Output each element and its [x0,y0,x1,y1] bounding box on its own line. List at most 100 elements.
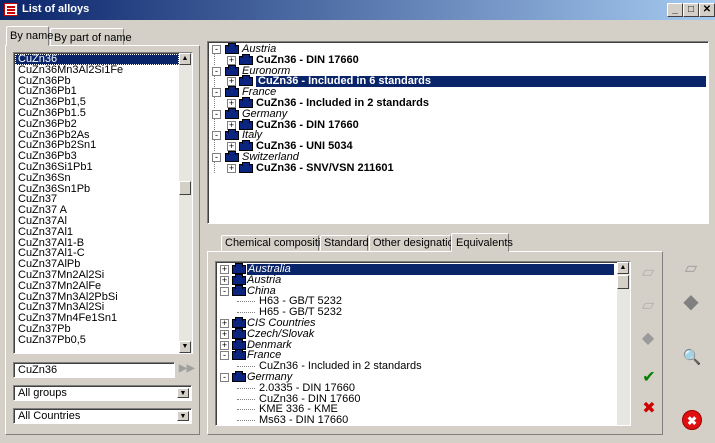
tab-chemical-composition[interactable]: Chemical composition [221,235,333,251]
folder-icon [232,349,246,361]
collapse-icon[interactable]: - [220,286,229,296]
tab-standards[interactable]: Standards [320,235,374,251]
expand-icon[interactable]: + [220,329,229,339]
countries-select[interactable]: All Countries ▼ [13,408,192,424]
expand-icon[interactable]: + [227,120,236,130]
tree-country-label: Austria [247,273,282,286]
alloy-list[interactable]: CuZn36 CuZn36Mn3Al2Si1Fe CuZn36Pb CuZn36Pb1… [13,52,193,354]
tree-country-node[interactable]: - Germany [210,107,700,120]
expand-icon[interactable]: + [220,319,229,328]
list-item[interactable]: CuZn37Mn2AlFe [15,280,179,292]
list-item[interactable]: CuZn37Al1 [15,226,179,238]
paste-icon[interactable]: ▱ [637,295,659,317]
folder-icon [239,53,253,65]
groups-select[interactable]: All groups ▼ [13,385,192,401]
equivalents-tree[interactable]: + Australia + Austria - China H63 - GB/T 5… [215,261,631,426]
list-item[interactable]: CuZn36Sn [15,172,179,184]
scroll-up-arrow-icon[interactable]: ▲ [617,262,629,274]
folder-icon [225,107,239,119]
scroll-down-arrow-icon[interactable]: ▼ [179,341,191,353]
folder-icon [239,140,253,152]
chevron-down-icon[interactable]: ▼ [177,411,189,421]
folder-icon [232,284,246,296]
tree-standard-label: CuZn36 - DIN 17660 [256,53,359,66]
tab-by-name[interactable]: By name [6,26,53,46]
tree-line [237,398,255,400]
tree-line [237,366,255,368]
eraser-icon[interactable]: ◆ [637,328,659,350]
folder-icon [239,75,253,87]
folder-icon [232,371,246,382]
folder-icon [225,151,239,162]
tree-country-node[interactable]: + Austria [218,273,614,286]
tree-leaf-node[interactable]: Ms63 - DIN 17660 [218,415,614,425]
expand-icon[interactable]: + [220,275,229,285]
expand-icon[interactable]: + [220,265,229,274]
magnifier-icon[interactable]: 🔍 [681,347,703,369]
tree-standard-node[interactable]: + CuZn36 - SNV/VSN 211601 [210,161,700,174]
search-input[interactable]: CuZn36 [13,362,175,378]
collapse-icon[interactable]: - [212,45,221,54]
expand-icon[interactable]: + [227,77,236,87]
expand-icon[interactable]: + [227,163,236,173]
folder-icon [232,263,246,274]
tree-line [214,75,215,87]
list-item[interactable]: CuZn37Pb0,5 [15,334,179,346]
collapse-icon[interactable]: - [212,109,221,119]
tab-equivalents[interactable]: Equivalents [451,233,513,252]
scroll-thumb[interactable] [617,275,629,289]
alloy-list-scrollbar[interactable]: ▲ ▼ [179,53,192,353]
tree-standard-label: CuZn36 - SNV/VSN 211601 [256,161,394,174]
folder-icon [225,64,239,76]
maximize-button[interactable]: □ [683,3,699,17]
close-circle-icon[interactable]: ✖ [682,410,702,430]
collapse-icon[interactable]: - [212,88,221,98]
tree-standard-node[interactable]: + CuZn36 - Included in 6 standards [210,75,706,88]
scroll-up-arrow-icon[interactable]: ▲ [179,53,191,65]
go-arrows-icon[interactable]: ▶▶ [179,363,194,374]
tree-line [214,54,215,65]
collapse-icon[interactable]: - [220,373,229,382]
tab-other-designations[interactable]: Other designations [369,235,465,251]
tree-line [214,97,215,109]
tree-leaf-label: 2.0335 - DIN 17660 [259,381,356,394]
list-item[interactable]: CuZn36Mn3Al2Si1Fe [15,64,179,76]
expand-icon[interactable]: + [227,99,236,108]
tab-by-part-of-name[interactable]: By part of name [50,28,132,45]
countries-select-value: All Countries [18,410,81,422]
print-icon[interactable]: ▱ [680,258,702,280]
collapse-icon[interactable]: - [220,351,229,361]
tree-leaf-node[interactable]: 2.0335 - DIN 17660 [218,381,614,394]
tree-line [237,312,255,314]
expand-icon[interactable]: + [220,340,229,350]
expand-icon[interactable]: + [227,55,236,65]
tree-country-label: Australia [247,264,614,275]
collapse-icon[interactable]: - [212,153,221,162]
folder-icon [232,317,246,328]
tree-line [237,387,255,389]
copy-icon[interactable]: ▱ [637,262,659,284]
eraser-icon[interactable]: ◆ [680,291,702,313]
tree-standard-node[interactable]: + CuZn36 - DIN 17660 [210,53,700,66]
folder-icon [232,273,246,285]
minimize-button[interactable]: _ [667,3,683,17]
folder-icon [239,118,253,130]
groups-select-value: All groups [18,387,67,399]
equivalents-scrollbar[interactable]: ▲ [617,262,630,425]
tree-country-node[interactable]: + Czech/Slovak [218,327,614,340]
tree-country-label: Czech/Slovak [247,327,315,340]
chevron-down-icon[interactable]: ▼ [177,388,189,398]
collapse-icon[interactable]: - [212,131,221,141]
list-item[interactable]: CuZn36Pb2 [15,118,179,130]
tree-line [237,409,255,411]
tree-standard-node[interactable]: + CuZn36 - DIN 17660 [210,118,700,131]
expand-icon[interactable]: + [227,142,236,152]
close-button[interactable]: ✕ [699,3,715,17]
standards-tree[interactable]: - Austria + CuZn36 - DIN 17660- Euronorm +… [207,41,709,224]
collapse-icon[interactable]: - [212,66,221,76]
cross-icon[interactable]: ✖ [638,398,660,420]
tree-line [237,420,255,422]
scroll-thumb[interactable] [179,181,191,195]
window-title: List of alloys [22,3,90,15]
check-icon[interactable]: ✔ [638,367,660,389]
